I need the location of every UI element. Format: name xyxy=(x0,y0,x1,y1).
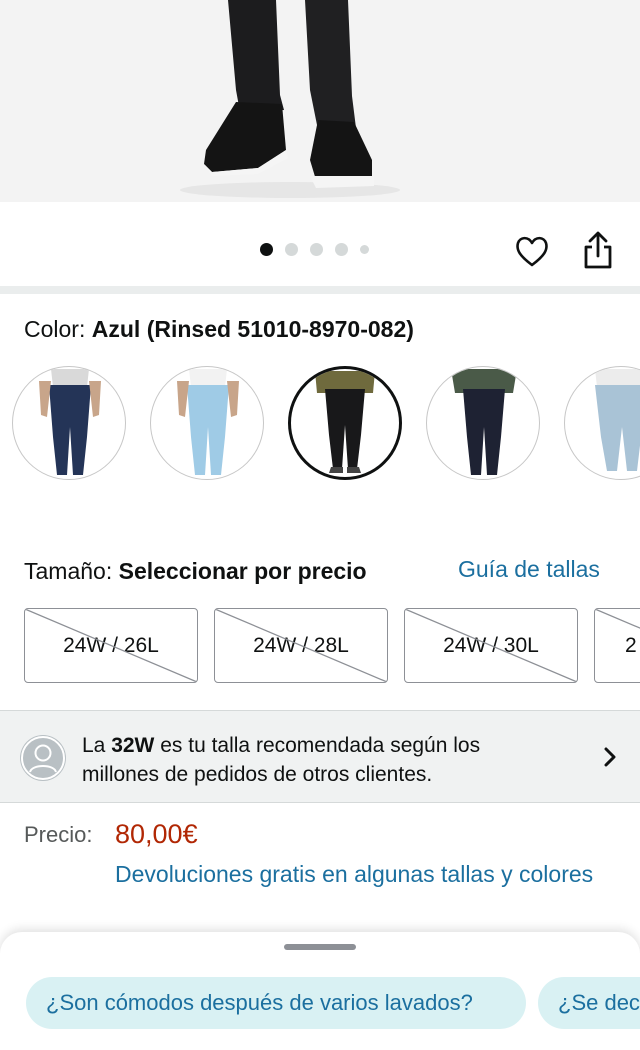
product-image[interactable] xyxy=(0,0,640,202)
unavailable-strike-icon xyxy=(595,609,640,629)
avatar xyxy=(20,735,66,781)
color-swatch-list xyxy=(12,366,640,482)
carousel-dot-3[interactable] xyxy=(310,243,323,256)
heart-icon xyxy=(516,236,548,267)
size-option[interactable]: 24W / 30L xyxy=(404,608,578,683)
color-swatch-black[interactable] xyxy=(288,366,402,480)
size-heading: Tamaño: Seleccionar por precio xyxy=(24,558,367,585)
recommendation-prefix: La xyxy=(82,734,112,757)
unavailable-strike-icon xyxy=(215,609,387,682)
unavailable-strike-icon xyxy=(405,609,577,682)
carousel-dot-2[interactable] xyxy=(285,243,298,256)
color-swatch-faded-light[interactable] xyxy=(564,366,640,480)
color-value: Azul (Rinsed 51010-8970-082) xyxy=(91,316,414,342)
favorite-button[interactable] xyxy=(512,232,552,272)
unavailable-strike-icon xyxy=(25,609,197,682)
recommended-size: 32W xyxy=(111,734,155,757)
recommendation-text: La 32W es tu talla recomendada según los… xyxy=(82,731,552,789)
price-label: Precio: xyxy=(24,822,93,847)
price-value: 80,00€ xyxy=(115,819,198,849)
size-option-list: 24W / 26L 24W / 28L 24W / 30L 2 xyxy=(24,608,640,684)
share-button[interactable] xyxy=(578,230,618,272)
carousel-dot-1[interactable] xyxy=(260,243,273,256)
free-returns-link[interactable]: Devoluciones gratis en algunas tallas y … xyxy=(115,858,595,891)
carousel-dots[interactable] xyxy=(260,243,369,256)
size-guide-link[interactable]: Guía de tallas xyxy=(458,556,600,583)
carousel-dot-4[interactable] xyxy=(335,243,348,256)
size-option[interactable]: 24W / 28L xyxy=(214,608,388,683)
question-chip[interactable]: ¿Se deco xyxy=(538,977,640,1029)
size-label: Tamaño: xyxy=(24,558,113,584)
user-icon xyxy=(21,736,65,780)
color-swatch-light-blue[interactable] xyxy=(150,366,264,480)
size-option[interactable]: 24W / 26L xyxy=(24,608,198,683)
size-value: Seleccionar por precio xyxy=(118,558,367,584)
section-divider xyxy=(0,286,640,294)
size-recommendation-banner[interactable]: La 32W es tu talla recomendada según los… xyxy=(0,710,640,803)
question-chip[interactable]: ¿Son cómodos después de varios lavados? xyxy=(26,977,526,1029)
color-label: Color: xyxy=(24,316,86,342)
carousel-dot-5[interactable] xyxy=(360,245,369,254)
color-heading: Color: Azul (Rinsed 51010-8970-082) xyxy=(24,316,414,343)
chevron-right-icon[interactable] xyxy=(600,744,620,770)
color-swatch-dark-blue[interactable] xyxy=(12,366,126,480)
color-swatch-navy[interactable] xyxy=(426,366,540,480)
sheet-grab-handle[interactable] xyxy=(284,944,356,950)
size-option[interactable]: 2 xyxy=(594,608,640,683)
share-icon xyxy=(584,231,612,269)
